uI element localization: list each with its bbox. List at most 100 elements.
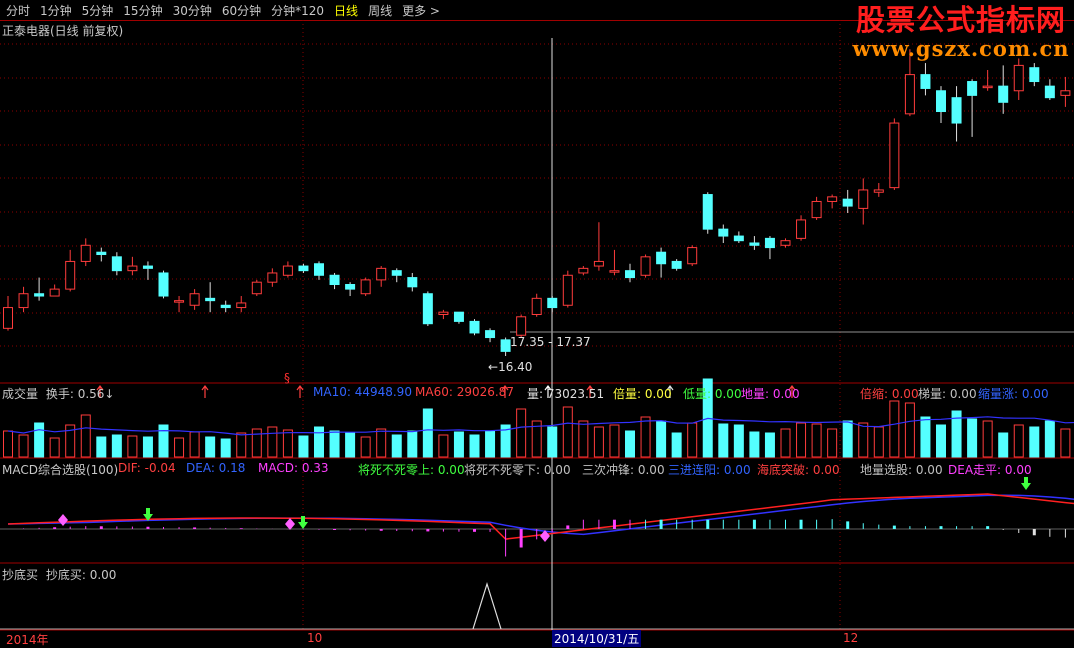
volume-bar-57 <box>889 400 900 458</box>
candle-body-55 <box>858 189 869 209</box>
volume-bar-40 <box>625 430 635 458</box>
tab-0[interactable]: 分时 <box>6 2 30 19</box>
candle-body-51 <box>796 219 807 239</box>
bottom-signal-peak <box>472 581 502 630</box>
candle-body-12 <box>189 293 200 306</box>
volume-bar-23 <box>360 436 371 458</box>
volume-bar-53 <box>827 428 838 458</box>
volume-bar-11 <box>174 437 185 458</box>
bottom-header: 抄底买 抄底买: 0.00 <box>2 566 116 583</box>
candle-body-5 <box>80 244 91 262</box>
volume-bar-39 <box>609 424 620 458</box>
candle-body-49 <box>764 237 775 249</box>
diliang: 低量: 0.00 <box>683 387 742 401</box>
volume-bar-22 <box>345 432 356 458</box>
date-cursor: 2014/10/31/五 <box>552 630 642 647</box>
candle-body-67 <box>1044 85 1055 99</box>
candle-body-36 <box>562 274 573 306</box>
beiliang: 倍量: 0.00 <box>613 387 672 401</box>
tab-6[interactable]: 分钟*120 <box>271 2 324 19</box>
volume-bar-0 <box>3 430 13 458</box>
candle-body-52 <box>811 200 822 219</box>
diliang2: 地量: 0.00 <box>741 387 800 401</box>
candle-body-29 <box>453 311 464 322</box>
candle-body-15 <box>236 302 247 309</box>
chart-canvas[interactable] <box>0 0 1074 648</box>
tab-7[interactable]: 日线 <box>334 2 358 19</box>
suoliang: 缩量涨: 0.00 <box>978 387 1049 401</box>
tiliang: 梯量: 0.00 <box>918 387 977 401</box>
stock-title: 正泰电器(日线 前复权) <box>2 24 124 38</box>
candle-body-6 <box>96 251 107 256</box>
macd-pink-diamond-0 <box>58 514 68 526</box>
candle-body-60 <box>936 90 946 113</box>
candle-body-0 <box>3 307 13 329</box>
vol-value: 量: 73023.51 <box>527 387 605 401</box>
macd-name: MACD综合选股(100) <box>2 463 119 477</box>
volume-bar-43 <box>671 432 682 458</box>
volume-bar-28 <box>438 434 449 458</box>
volume-name: 成交量 <box>2 387 39 401</box>
volume-bar-66 <box>1029 426 1040 458</box>
volume-bar-9 <box>142 436 153 458</box>
volume-bar-5 <box>80 414 91 458</box>
date-dec: 12 <box>843 631 859 645</box>
tab-4[interactable]: 30分钟 <box>173 2 212 19</box>
candle-body-41 <box>640 256 651 276</box>
candle-body-68 <box>1060 90 1071 96</box>
volume-bar-51 <box>796 422 807 458</box>
volume-bar-63 <box>982 420 993 458</box>
candle-body-48 <box>749 242 760 246</box>
volume-bar-48 <box>749 431 760 458</box>
candle-body-16 <box>251 281 262 295</box>
beisuo: 倍缩: 0.00 <box>860 387 919 401</box>
volume-bar-19 <box>298 435 309 458</box>
candle-body-18 <box>282 265 293 276</box>
tab-3[interactable]: 15分钟 <box>123 2 162 19</box>
candle-body-7 <box>111 256 122 272</box>
volume-bar-30 <box>469 434 480 458</box>
volume-bar-50 <box>780 428 791 458</box>
volume-bar-44 <box>687 422 698 458</box>
tab-5[interactable]: 60分钟 <box>222 2 261 19</box>
candle-body-24 <box>376 267 387 281</box>
vol-ma10: MA10: 44948.90 <box>313 385 412 399</box>
candle-body-22 <box>345 284 356 290</box>
tab-2[interactable]: 5分钟 <box>82 2 114 19</box>
volume-bar-64 <box>998 432 1009 458</box>
macd-jsbx: 将死不死零下: 0.00 <box>464 463 571 477</box>
volume-bar-14 <box>220 438 231 458</box>
candle-body-43 <box>671 260 682 269</box>
tab-1[interactable]: 1分钟 <box>40 2 72 19</box>
macd-dlxg: 地量选股: 0.00 <box>860 463 943 477</box>
vol-arrow-up-2 <box>296 385 304 398</box>
volume-bar-41 <box>640 416 651 458</box>
candle-body-66 <box>1029 67 1040 83</box>
macd-sjlb: 三进连阳: 0.00 <box>668 463 751 477</box>
candle-body-17 <box>267 272 278 283</box>
candle-body-30 <box>469 320 480 334</box>
volume-bar-49 <box>764 432 775 458</box>
candle-body-46 <box>718 228 729 237</box>
volume-bar-35 <box>547 426 558 458</box>
volume-bar-54 <box>842 420 853 458</box>
volume-bar-55 <box>858 422 869 458</box>
macd-jsbs: 将死不死零上: 0.00 <box>358 463 465 477</box>
macd-dif: DIF: -0.04 <box>118 461 176 475</box>
volume-bar-31 <box>485 430 496 458</box>
turnover-value: 换手: 0.56↓ <box>45 387 115 401</box>
tab-8[interactable]: 周线 <box>368 2 392 19</box>
macd-value: MACD: 0.33 <box>258 461 329 475</box>
tab-9[interactable]: 更多 > <box>402 2 440 19</box>
candle-body-50 <box>780 240 791 246</box>
candle-body-8 <box>127 265 138 272</box>
candle-body-34 <box>531 297 542 315</box>
volume-bar-29 <box>453 431 464 458</box>
volume-bar-60 <box>936 424 946 458</box>
volume-bar-68 <box>1060 428 1071 458</box>
candle-body-54 <box>842 198 853 207</box>
candle-body-28 <box>438 311 449 315</box>
macd-green-arrow-2 <box>1021 477 1031 490</box>
date-oct: 10 <box>307 631 323 645</box>
candle-body-45 <box>702 194 713 230</box>
